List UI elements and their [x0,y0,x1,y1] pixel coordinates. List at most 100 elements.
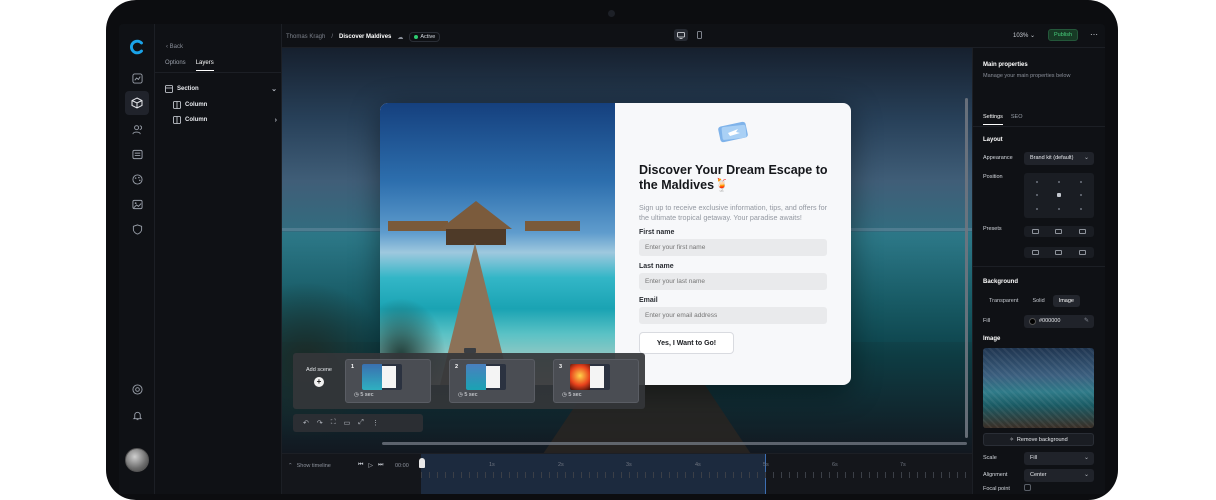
layer-item-section[interactable]: Section ⌄ [165,85,277,93]
add-scene-button[interactable]: Add scene + [303,367,335,387]
bg-transparent-option[interactable]: Transparent [983,295,1024,307]
frame-icon[interactable]: ▭ [344,419,351,427]
mobile-icon[interactable] [692,29,706,41]
current-time: 00:00 [395,463,409,469]
plus-icon: + [314,377,324,387]
appearance-select[interactable]: Brand kit (default) ⌄ [1024,152,1094,165]
fill-color-input[interactable]: #000000 ✎ [1024,315,1094,328]
avatar[interactable] [125,448,149,472]
show-timeline-toggle[interactable]: ⌃ Show timeline [288,463,331,469]
tick-label: 2s [558,462,564,468]
undo-icon[interactable]: ↶ [303,419,309,427]
properties-subtitle: Manage your main properties below [983,73,1071,79]
tab-layers[interactable]: Layers [195,60,214,71]
desktop-icon[interactable] [674,29,688,41]
hut-roof [388,221,448,231]
layers-tabs: Options Layers [165,60,214,71]
chevron-down-icon: ⌄ [1083,455,1089,461]
editor-canvas[interactable]: Discover Your Dream Escape to the Maldiv… [282,48,972,453]
signup-popup[interactable]: Discover Your Dream Escape to the Maldiv… [380,103,851,385]
bg-solid-option[interactable]: Solid [1026,295,1050,307]
divider [973,266,1105,267]
breadcrumb-owner[interactable]: Thomas Kragh [286,34,325,40]
timeline-ruler [421,472,972,478]
background-type-toggle: Transparent Solid Image [983,295,1080,307]
bg-image-option[interactable]: Image [1052,295,1080,307]
tab-seo[interactable]: SEO [1011,114,1023,125]
playback-controls: ⏮ ▷ ⏭ [358,462,383,469]
bell-icon[interactable] [128,406,146,424]
last-name-input[interactable] [639,273,827,290]
column-icon [173,101,181,109]
back-link[interactable]: ‹ Back [166,44,183,50]
position-grid[interactable] [1024,173,1094,218]
fullscreen-icon[interactable]: ⤢ [358,419,364,427]
breadcrumb-project[interactable]: Discover Maldives [339,34,391,40]
fill-label: Fill [983,318,991,324]
vertical-scrollbar[interactable] [965,98,968,438]
publish-button[interactable]: Publish [1048,29,1079,41]
email-label: Email [639,297,658,304]
tab-options[interactable]: Options [165,60,186,71]
tab-settings[interactable]: Settings [983,114,1003,125]
remove-background-button[interactable]: ✧ Remove background [983,433,1094,446]
align-bottom-icon [1078,250,1086,255]
email-input[interactable] [639,307,827,324]
layout-heading: Layout [983,137,1003,143]
chart-icon[interactable] [128,69,146,87]
more-icon[interactable]: ⋯ [1090,30,1099,39]
alignment-select[interactable]: Center ⌄ [1024,469,1094,482]
signup-form: Discover Your Dream Escape to the Maldiv… [615,103,851,385]
properties-panel: Main properties Manage your main propert… [972,48,1105,494]
scene-card[interactable]: 2 ◷ 5 sec [449,359,535,403]
align-right-icon [1078,229,1086,234]
chevron-up-icon: ⌃ [288,463,293,469]
fit-icon[interactable]: ⛶ [331,419,336,427]
skip-back-icon[interactable]: ⏮ [358,462,363,469]
background-image-preview[interactable] [983,348,1094,428]
zoom-select[interactable]: 103% ⌄ [1013,32,1035,39]
position-label: Position [983,174,1003,180]
more-vertical-icon[interactable]: ⋮ [372,419,379,427]
presets-row[interactable] [1024,226,1094,237]
breadcrumb: Thomas Kragh / Discover Maldives ☁ Activ… [286,32,441,42]
chevron-right-icon: › [274,116,277,124]
chevron-down-icon: ⌄ [1083,472,1089,478]
align-middle-icon [1055,250,1063,255]
scene-handle[interactable] [464,348,476,353]
appearance-label: Appearance [983,155,1013,161]
chevron-down-icon: ⌄ [271,86,277,93]
help-icon[interactable] [128,380,146,398]
hut-roof [525,221,580,231]
play-icon[interactable]: ▷ [368,462,373,469]
users-icon[interactable] [128,120,146,138]
shield-icon[interactable] [128,220,146,238]
redo-icon[interactable]: ↷ [317,419,323,427]
image-icon[interactable] [128,195,146,213]
layer-item-column[interactable]: Column [173,101,277,109]
sync-icon: ☁ [397,34,404,41]
tick-label: 3s [626,462,632,468]
horizontal-scrollbar[interactable] [382,442,967,445]
layer-item-column[interactable]: Column › [173,116,277,124]
palette-icon[interactable] [128,170,146,188]
scene-card[interactable]: 1 ◷ 5 sec [345,359,431,403]
cube-icon[interactable] [125,91,149,115]
background-heading: Background [983,279,1019,285]
align-top-icon [1032,250,1040,255]
brand-logo-icon[interactable] [128,38,146,56]
list-icon[interactable] [128,145,146,163]
first-name-input[interactable] [639,239,827,256]
skip-forward-icon[interactable]: ⏭ [378,462,383,469]
scene-card[interactable]: 3 ◷ 5 sec [553,359,639,403]
focal-point-checkbox[interactable] [1024,484,1031,491]
eyedropper-icon[interactable]: ✎ [1084,317,1089,324]
playhead-handle[interactable] [419,458,425,468]
scale-select[interactable]: Fill ⌄ [1024,452,1094,465]
breadcrumb-separator: / [331,34,334,40]
status-badge[interactable]: Active [409,32,441,42]
submit-button[interactable]: Yes, I Want to Go! [639,332,734,354]
chevron-down-icon: ⌄ [1030,33,1036,39]
presets-label: Presets [983,226,1002,232]
presets-row[interactable] [1024,247,1094,258]
